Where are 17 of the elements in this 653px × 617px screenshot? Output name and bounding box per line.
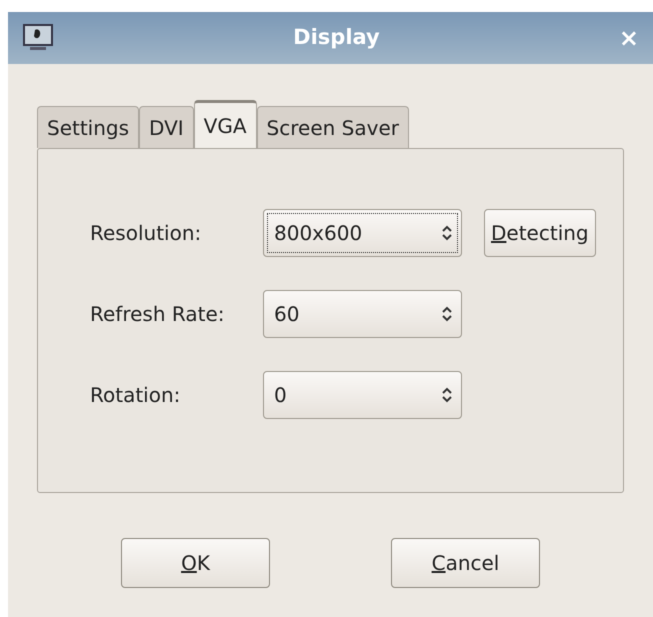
spinner-arrows-icon bbox=[441, 386, 453, 404]
window-title: Display bbox=[292, 24, 381, 52]
detect-button[interactable]: Detecting bbox=[484, 209, 596, 257]
combo-box[interactable]: 800x600 bbox=[263, 209, 462, 257]
combo-box[interactable]: 60 bbox=[263, 290, 462, 338]
tab[interactable]: DVI bbox=[139, 106, 194, 148]
field-label: Resolution: bbox=[90, 220, 202, 247]
tab[interactable]: Screen Saver bbox=[256, 106, 409, 148]
tab[interactable]: Settings bbox=[37, 106, 140, 148]
spinner-arrows-icon bbox=[441, 224, 453, 242]
field-label: Rotation: bbox=[90, 382, 182, 409]
spinner-arrows-icon bbox=[441, 305, 453, 323]
field-label: Refresh Rate: bbox=[90, 301, 226, 328]
tab[interactable]: VGA bbox=[194, 100, 257, 148]
dialog-button[interactable]: OK bbox=[121, 538, 270, 588]
dialog-button[interactable]: Cancel bbox=[391, 538, 540, 588]
combo-box[interactable]: 0 bbox=[263, 371, 462, 419]
